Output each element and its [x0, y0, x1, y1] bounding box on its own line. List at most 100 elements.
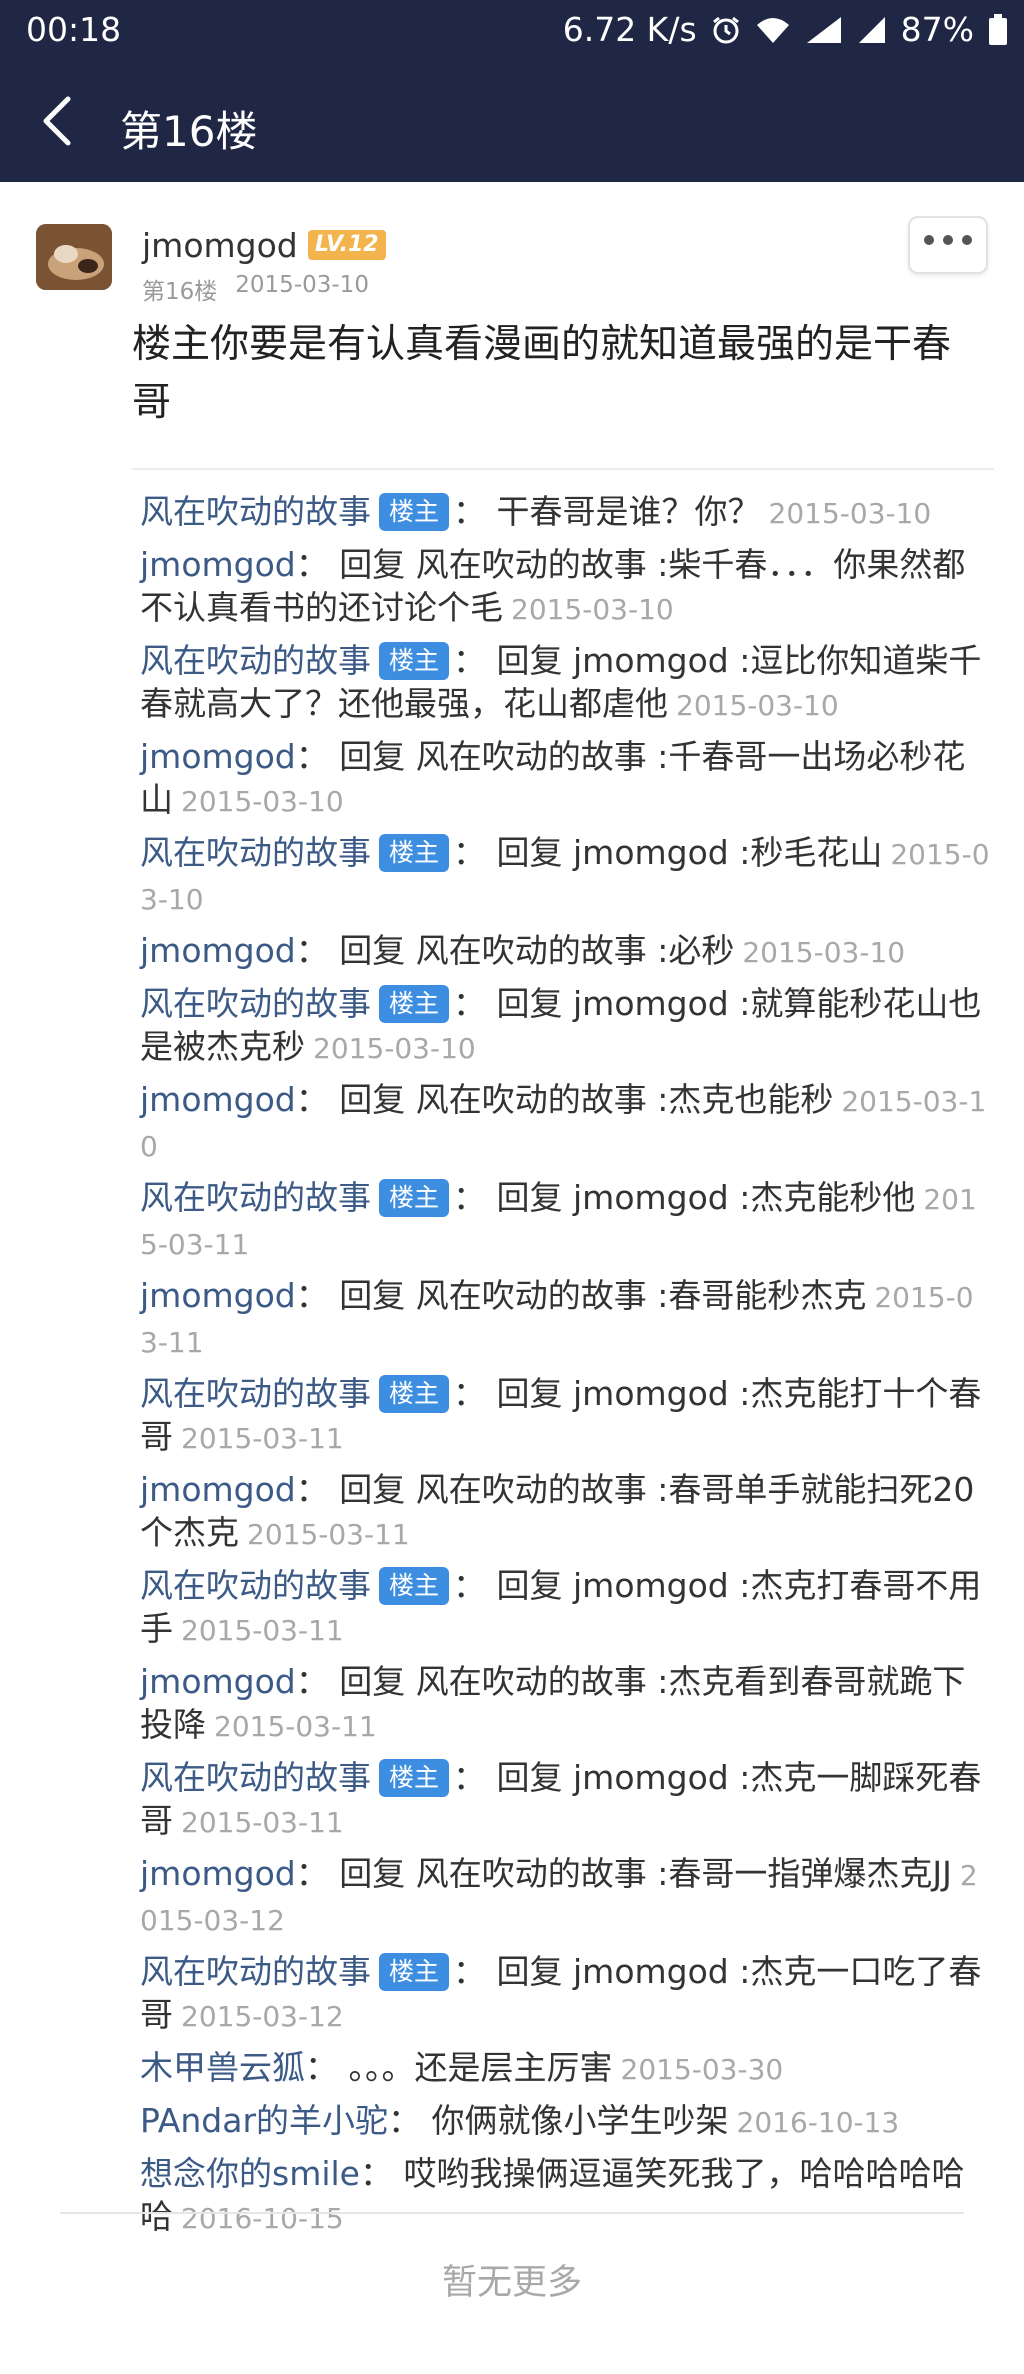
reply-list: 风在吹动的故事 楼主： 干春哥是谁？你？ 2015-03-10 jmomgod： 回复…	[140, 490, 990, 2248]
reply-author[interactable]: 风在吹动的故事	[140, 1374, 371, 1413]
reply-separator: ：	[453, 1758, 497, 1797]
reply-separator: ：	[453, 1566, 497, 1605]
reply-timestamp: 2016-10-15	[181, 2202, 344, 2235]
reply-separator: ：	[453, 641, 497, 680]
reply-separator: ：	[453, 1374, 497, 1413]
reply-item[interactable]: 想念你的smile： 哎哟我操俩逗逼笑死我了，哈哈哈哈哈哈 2016-10-15	[140, 2152, 990, 2240]
owner-badge: 楼主	[379, 834, 450, 872]
back-arrow-icon[interactable]	[38, 96, 78, 146]
reply-item[interactable]: jmomgod： 回复 风在吹动的故事 :杰克看到春哥就跪下投降 2015-03-…	[140, 1660, 990, 1748]
reply-separator: ：	[295, 1080, 340, 1119]
reply-timestamp: 2015-03-11	[181, 1806, 344, 1839]
alarm-icon	[711, 15, 741, 45]
cellular-signal-icon	[857, 15, 887, 45]
nav-bar: 第16楼	[0, 60, 1024, 182]
reply-text: 回复 jmomgod :杰克能秒他	[496, 1178, 916, 1217]
reply-item[interactable]: jmomgod： 回复 风在吹动的故事 :杰克也能秒 2015-03-10	[140, 1078, 990, 1168]
reply-item[interactable]: jmomgod： 回复 风在吹动的故事 :必秒 2015-03-10	[140, 929, 990, 974]
reply-separator: ：	[453, 984, 497, 1023]
reply-separator: ：	[388, 2101, 432, 2140]
reply-author[interactable]: jmomgod	[140, 1662, 296, 1701]
reply-item[interactable]: 风在吹动的故事 楼主： 回复 jmomgod :秒毛花山 2015-03-10	[140, 831, 990, 921]
owner-badge: 楼主	[379, 1953, 450, 1991]
reply-separator: ：	[295, 737, 340, 776]
cellular-4g-icon	[805, 15, 843, 45]
reply-item[interactable]: 风在吹动的故事 楼主： 回复 jmomgod :杰克打春哥不用手 2015-03-1…	[140, 1564, 990, 1652]
more-options-button[interactable]	[908, 216, 988, 274]
reply-item[interactable]: 风在吹动的故事 楼主： 回复 jmomgod :逗比你知道柴千春就高大了？还他最强…	[140, 639, 990, 727]
post-author[interactable]: jmomgod	[142, 226, 298, 265]
reply-text: 回复 风在吹动的故事 :杰克也能秒	[339, 1080, 834, 1119]
reply-timestamp: 2015-03-10	[511, 593, 674, 626]
reply-timestamp: 2015-03-10	[742, 936, 906, 969]
reply-author[interactable]: 风在吹动的故事	[140, 1758, 371, 1797]
reply-author[interactable]: 风在吹动的故事	[140, 833, 371, 872]
reply-item[interactable]: 木甲兽云狐： 。。。还是层主厉害 2015-03-30	[140, 2046, 990, 2091]
reply-item[interactable]: jmomgod： 回复 风在吹动的故事 :千春哥一出场必秒花山 2015-03-1…	[140, 735, 990, 823]
status-bar: 00:18 6.72 K/s 87%	[0, 0, 1024, 60]
reply-separator: ：	[453, 833, 497, 872]
reply-author[interactable]: jmomgod	[140, 931, 296, 970]
reply-author[interactable]: jmomgod	[140, 737, 296, 776]
reply-item[interactable]: 风在吹动的故事 楼主： 回复 jmomgod :杰克能打十个春哥 2015-03-1…	[140, 1372, 990, 1460]
reply-item[interactable]: 风在吹动的故事 楼主： 回复 jmomgod :杰克一口吃了春哥 2015-03-1…	[140, 1950, 990, 2038]
reply-author[interactable]: 风在吹动的故事	[140, 1952, 371, 1991]
reply-author[interactable]: 风在吹动的故事	[140, 1566, 371, 1605]
floor-label: 第16楼	[142, 279, 218, 305]
page-title: 第16楼	[120, 107, 258, 156]
post-body: 楼主你要是有认真看漫画的就知道最强的是干春哥	[132, 322, 952, 425]
reply-separator: ：	[295, 1470, 340, 1509]
reply-timestamp: 2015-03-11	[247, 1518, 410, 1551]
network-speed: 6.72 K/s	[562, 10, 697, 49]
reply-separator: ：	[295, 545, 340, 584]
reply-author[interactable]: 风在吹动的故事	[140, 984, 371, 1023]
reply-timestamp: 2015-03-30	[620, 2053, 784, 2086]
more-dots-icon	[924, 235, 972, 245]
reply-item[interactable]: jmomgod： 回复 风在吹动的故事 :春哥一指弹爆杰克JJ 2015-03-1…	[140, 1852, 990, 1942]
reply-author[interactable]: 风在吹动的故事	[140, 492, 371, 531]
reply-item[interactable]: 风在吹动的故事 楼主： 回复 jmomgod :杰克一脚踩死春哥 2015-03-1…	[140, 1756, 990, 1844]
battery-icon	[988, 13, 1008, 46]
reply-item[interactable]: jmomgod： 回复 风在吹动的故事 :春哥能秒杰克 2015-03-11	[140, 1274, 990, 1364]
reply-item[interactable]: 风在吹动的故事 楼主： 回复 jmomgod :杰克能秒他 2015-03-11	[140, 1176, 990, 1266]
owner-badge: 楼主	[379, 1567, 450, 1605]
reply-text: 回复 风在吹动的故事 :春哥能秒杰克	[339, 1276, 867, 1315]
reply-author[interactable]: PAndar的羊小驼	[140, 2101, 388, 2140]
reply-item[interactable]: 风在吹动的故事 楼主： 干春哥是谁？你？ 2015-03-10	[140, 490, 990, 535]
battery-percent: 87%	[900, 10, 974, 49]
reply-author[interactable]: 木甲兽云狐	[140, 2048, 305, 2087]
divider	[60, 2212, 964, 2214]
reply-separator: ：	[359, 2154, 404, 2193]
reply-text: 回复 风在吹动的故事 :春哥一指弹爆杰克JJ	[339, 1854, 952, 1893]
reply-item[interactable]: 风在吹动的故事 楼主： 回复 jmomgod :就算能秒花山也是被杰克秒 2015-…	[140, 982, 990, 1070]
no-more-label: 暂无更多	[441, 2263, 582, 2303]
reply-item[interactable]: jmomgod： 回复 风在吹动的故事 :春哥单手就能扫死20个杰克 2015-0…	[140, 1468, 990, 1556]
reply-text: 回复 jmomgod :秒毛花山	[496, 833, 883, 872]
reply-separator: ：	[295, 1854, 340, 1893]
reply-author[interactable]: jmomgod	[140, 1276, 296, 1315]
reply-timestamp: 2015-03-11	[214, 1710, 377, 1743]
owner-badge: 楼主	[379, 1179, 450, 1217]
reply-text: 回复 风在吹动的故事 :必秒	[339, 931, 735, 970]
reply-author[interactable]: jmomgod	[140, 545, 296, 584]
reply-timestamp: 2015-03-12	[181, 2000, 344, 2033]
reply-timestamp: 2015-03-10	[676, 689, 839, 722]
avatar[interactable]	[36, 224, 112, 290]
reply-author[interactable]: 风在吹动的故事	[140, 1178, 371, 1217]
reply-separator: ：	[453, 1178, 497, 1217]
reply-separator: ：	[295, 1662, 340, 1701]
status-right: 6.72 K/s 87%	[563, 10, 1008, 49]
reply-text: 你俩就像小学生吵架	[431, 2101, 729, 2140]
level-badge: LV.12	[308, 230, 386, 260]
reply-author[interactable]: jmomgod	[140, 1470, 296, 1509]
reply-item[interactable]: jmomgod： 回复 风在吹动的故事 :柴千春．．．你果然都不认真看书的还讨论…	[140, 543, 990, 631]
owner-badge: 楼主	[379, 1759, 450, 1797]
reply-author[interactable]: jmomgod	[140, 1854, 296, 1893]
reply-text: 。。。还是层主厉害	[348, 2048, 613, 2087]
reply-author[interactable]: 风在吹动的故事	[140, 641, 371, 680]
reply-item[interactable]: PAndar的羊小驼： 你俩就像小学生吵架 2016-10-13	[140, 2099, 990, 2144]
reply-separator: ：	[453, 492, 497, 531]
reply-author[interactable]: jmomgod	[140, 1080, 296, 1119]
reply-timestamp: 2015-03-10	[181, 785, 344, 818]
reply-author[interactable]: 想念你的smile	[140, 2154, 360, 2193]
